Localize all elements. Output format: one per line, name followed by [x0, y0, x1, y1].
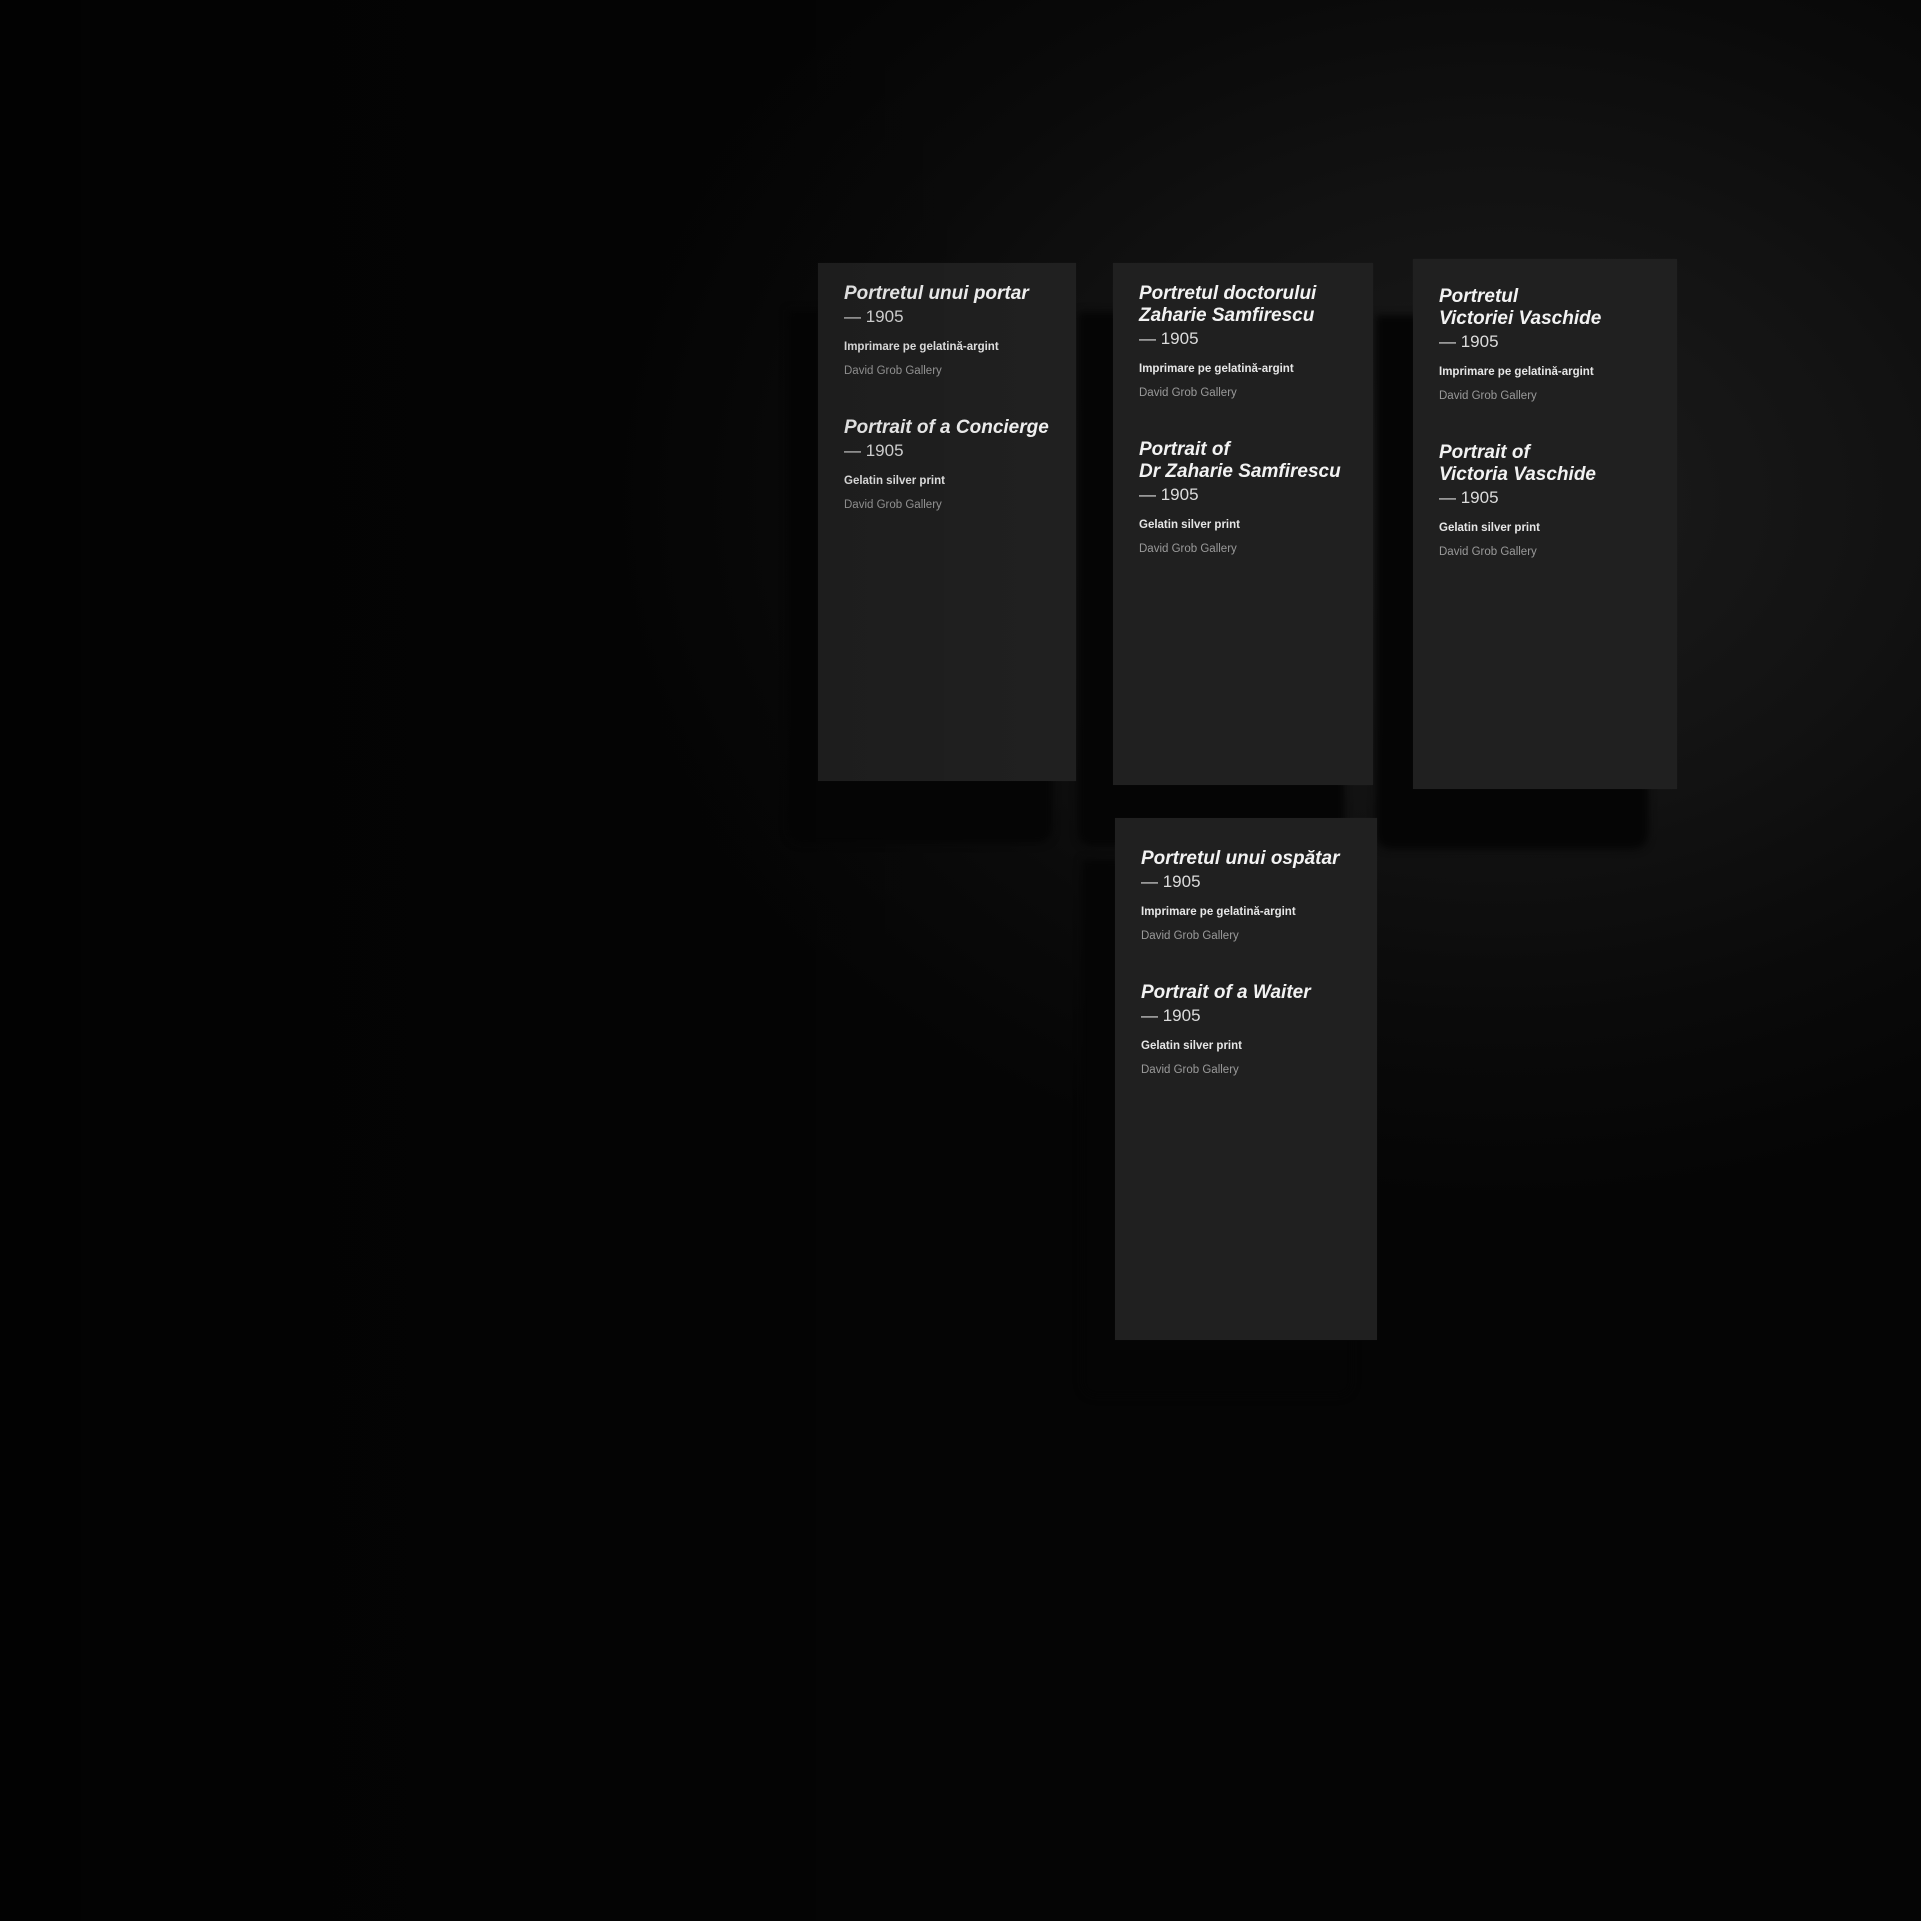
label-gallery-ro: David Grob Gallery: [844, 365, 942, 377]
label-year-ro: — 1905: [1439, 332, 1499, 351]
label-gallery-en: David Grob Gallery: [844, 499, 942, 511]
label-year-en: — 1905: [1139, 485, 1199, 504]
label-title-en: Portrait of Victoria Vaschide: [1439, 442, 1596, 485]
label-gallery-en: David Grob Gallery: [1139, 543, 1237, 555]
label-gallery-ro: David Grob Gallery: [1141, 930, 1239, 942]
label-year-en: — 1905: [1141, 1006, 1201, 1025]
label-year-en: — 1905: [1439, 488, 1499, 507]
label-medium-ro: Imprimare pe gelatină-argint: [1141, 906, 1296, 918]
wall-label-vaschide: Portretul Victoriei Vaschide — 1905 Impr…: [1413, 259, 1677, 789]
label-title-en: Portrait of a Concierge: [844, 417, 1049, 438]
label-medium-ro: Imprimare pe gelatină-argint: [844, 341, 999, 353]
label-title-en: Portrait of a Waiter: [1141, 982, 1311, 1003]
label-medium-en: Gelatin silver print: [844, 475, 945, 487]
label-gallery-ro: David Grob Gallery: [1439, 390, 1537, 402]
label-year-ro: — 1905: [1141, 872, 1201, 891]
wall-label-waiter: Portretul unui ospătar — 1905 Imprimare …: [1115, 818, 1377, 1340]
label-medium-ro: Imprimare pe gelatină-argint: [1139, 363, 1294, 375]
label-title-ro: Portretul Victoriei Vaschide: [1439, 286, 1602, 329]
label-title-ro: Portretul unui ospătar: [1141, 848, 1340, 869]
label-year-en: — 1905: [844, 441, 904, 460]
label-title-ro: Portretul doctorului Zaharie Samfirescu: [1139, 283, 1317, 326]
wall-label-samfirescu: Portretul doctorului Zaharie Samfirescu …: [1113, 263, 1373, 785]
label-medium-en: Gelatin silver print: [1439, 522, 1540, 534]
label-title-en: Portrait of Dr Zaharie Samfirescu: [1139, 439, 1341, 482]
label-year-ro: — 1905: [1139, 329, 1199, 348]
label-gallery-en: David Grob Gallery: [1141, 1064, 1239, 1076]
label-year-ro: — 1905: [844, 307, 904, 326]
wall-label-concierge: Portretul unui portar — 1905 Imprimare p…: [818, 263, 1076, 781]
label-medium-en: Gelatin silver print: [1139, 519, 1240, 531]
label-medium-en: Gelatin silver print: [1141, 1040, 1242, 1052]
label-title-ro: Portretul unui portar: [844, 283, 1029, 304]
label-medium-ro: Imprimare pe gelatină-argint: [1439, 366, 1594, 378]
label-gallery-ro: David Grob Gallery: [1139, 387, 1237, 399]
label-gallery-en: David Grob Gallery: [1439, 546, 1537, 558]
